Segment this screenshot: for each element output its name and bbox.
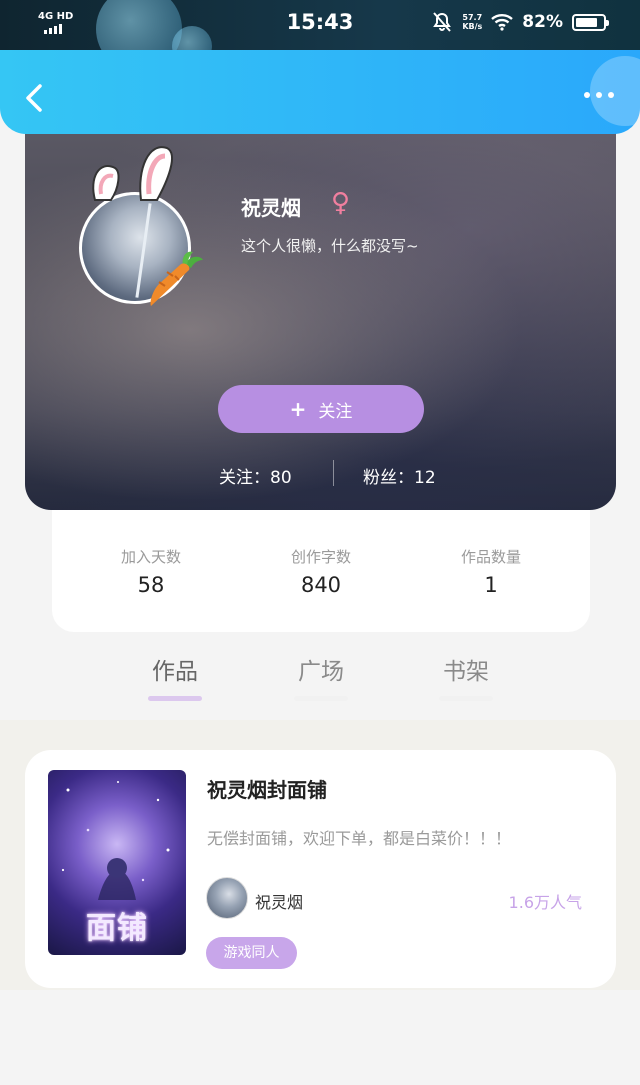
follow-counts: 关注：80 粉丝：12: [25, 460, 616, 490]
stat-join-days: 加入天数 58: [96, 546, 206, 632]
follow-button[interactable]: + 关注: [218, 385, 424, 433]
cover-text: 面铺: [86, 911, 148, 946]
stat-word-count: 创作字数 840: [266, 546, 376, 632]
battery-icon: [572, 13, 609, 31]
back-button[interactable]: [20, 78, 50, 118]
tab-indicator: [148, 696, 202, 701]
stat-label: 作品数量: [460, 548, 521, 566]
tab-works[interactable]: 作品: [125, 652, 225, 701]
work-description: 无偿封面铺，欢迎下单，都是白菜价！！！: [207, 829, 512, 848]
author-name[interactable]: 祝灵烟: [255, 889, 303, 913]
battery-percent: 82%: [522, 12, 563, 32]
more-dot-icon: [596, 92, 602, 98]
stat-value: 840: [300, 573, 342, 597]
tab-plaza[interactable]: 广场: [271, 652, 371, 701]
work-title[interactable]: 祝灵烟封面铺: [207, 774, 327, 803]
plus-icon: +: [289, 397, 307, 421]
status-right: 57.7 KB/s 82%: [431, 12, 609, 32]
tab-indicator: [294, 696, 348, 701]
counts-divider: [333, 460, 334, 486]
profile-card: 祝灵烟 ♀ 这个人很懒，什么都没写~ + 关注 关注：80 粉丝：12: [25, 110, 616, 510]
book-cover[interactable]: 面铺: [48, 770, 186, 955]
tab-bookshelf[interactable]: 书架: [416, 652, 516, 701]
female-gender-icon: ♀: [331, 188, 351, 218]
carrot-icon: [150, 251, 203, 306]
stat-label: 创作字数: [290, 548, 351, 566]
tab-label: 作品: [152, 659, 198, 685]
decorative-bubble: [590, 56, 640, 126]
tab-label: 书架: [443, 659, 489, 685]
header-bar: [0, 50, 640, 134]
stat-value: 58: [137, 573, 165, 597]
tab-indicator: [439, 696, 493, 701]
author-avatar[interactable]: [206, 877, 248, 919]
stat-label: 加入天数: [120, 548, 181, 566]
follow-button-label: 关注: [318, 401, 353, 422]
wifi-icon: [491, 14, 514, 31]
profile-username: 祝灵烟: [241, 196, 301, 220]
stat-value: 1: [484, 573, 498, 597]
work-card[interactable]: 面铺 祝灵烟封面铺 无偿封面铺，欢迎下单，都是白菜价！！！ 祝灵烟 1.6万人气…: [25, 750, 616, 988]
status-bar: 4G HD 15:43 57.7 KB/s 82%: [0, 0, 640, 50]
genre-tag[interactable]: 游戏同人: [206, 937, 297, 969]
bunny-ears-icon: [92, 146, 173, 201]
popularity-count: 1.6万人气: [508, 893, 582, 912]
tab-label: 广场: [298, 659, 344, 685]
bell-muted-icon: [433, 12, 452, 32]
more-dot-icon: [584, 92, 590, 98]
stat-works-count: 作品数量 1: [436, 546, 546, 632]
following-count[interactable]: 关注：80: [219, 463, 292, 488]
fans-count[interactable]: 粉丝：12: [363, 463, 436, 488]
chevron-left-icon: [26, 84, 42, 112]
more-dot-icon: [608, 92, 614, 98]
more-options-button[interactable]: [584, 92, 614, 98]
stats-card: 加入天数 58 创作字数 840 作品数量 1: [52, 510, 590, 632]
net-speed: 57.7 KB/s: [462, 13, 483, 31]
profile-bio: 这个人很懒，什么都没写~: [241, 237, 419, 255]
content-tabs: 作品 广场 书架: [0, 652, 640, 718]
